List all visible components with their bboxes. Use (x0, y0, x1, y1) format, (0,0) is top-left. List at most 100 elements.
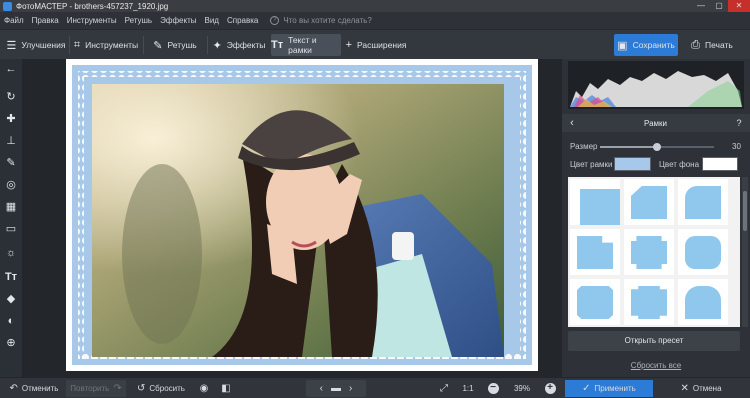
tab-text-frames[interactable]: Tт Текст и рамки (271, 34, 341, 56)
menu-retouch[interactable]: Ретушь (125, 16, 153, 25)
actual-size-button[interactable]: 1:1 (458, 380, 478, 397)
magic-wand-icon: ✦ (212, 39, 222, 52)
fit-screen-button[interactable]: ⤢ (436, 380, 452, 397)
prev-arrow-icon[interactable]: ‹ (320, 383, 323, 394)
tab-effects[interactable]: ✦ Эффекты (210, 34, 268, 56)
stamp-icon[interactable]: ⊥ (0, 133, 22, 149)
tab-label: Улучшения (21, 40, 66, 50)
tab-enhancements[interactable]: ☰ Улучшения (6, 34, 66, 56)
zoom-value: 39% (513, 384, 530, 393)
main-toolbar: ☰ Улучшения ⌗ Инструменты ✎ Ретушь ✦ Эфф… (0, 29, 750, 59)
zoom-out-button[interactable]: − (486, 380, 500, 397)
size-label: Размер (570, 142, 598, 151)
scrollbar-thumb[interactable] (743, 191, 747, 231)
menu-help[interactable]: Справка (227, 16, 258, 25)
close-window-button[interactable]: ✕ (728, 0, 750, 12)
maximize-button[interactable]: ▢ (710, 0, 728, 12)
frame-preset[interactable] (624, 179, 674, 225)
frame-preset[interactable] (624, 229, 674, 275)
target-icon[interactable]: ◎ (0, 177, 22, 193)
text-icon[interactable]: Tт (0, 269, 22, 285)
tab-retouch[interactable]: ✎ Ретушь (146, 34, 204, 56)
cancel-label: Отмена (692, 384, 722, 393)
menu-file[interactable]: Файл (4, 16, 24, 25)
title-bar: ФотоМАСТЕР - brothers-457237_1920.jpg — … (0, 0, 750, 12)
brush-tool-icon[interactable]: ✎ (0, 155, 22, 171)
save-button[interactable]: ▣ Сохранить (614, 34, 678, 56)
redo-button[interactable]: Повторить ↷ (66, 380, 126, 397)
canvas-area[interactable] (22, 59, 562, 377)
frame-preset[interactable] (570, 279, 620, 325)
frame-color-swatch[interactable] (614, 157, 651, 171)
tab-extensions[interactable]: + Расширения (344, 34, 408, 56)
frame-preset[interactable] (678, 179, 728, 225)
compare-button[interactable]: ◧ (218, 380, 234, 397)
menu-view[interactable]: Вид (204, 16, 218, 25)
frame-preset[interactable] (570, 179, 620, 225)
toolbar-divider (207, 36, 208, 54)
help-search[interactable]: ? Что вы хотите сделать? (270, 16, 372, 25)
menu-tools[interactable]: Инструменты (67, 16, 117, 25)
panel-title: Рамки (644, 118, 667, 128)
redo-label: Повторить (70, 384, 110, 393)
menu-effects[interactable]: Эффекты (160, 16, 196, 25)
bandage-icon[interactable]: ✚ (0, 111, 22, 127)
compare-icon: ◧ (221, 383, 231, 394)
eye-icon: ◉ (199, 383, 209, 394)
photo-image (92, 84, 504, 357)
photo-illustration (92, 84, 504, 357)
app-logo-icon (3, 1, 12, 11)
plus-icon: + (345, 39, 352, 51)
size-slider[interactable] (600, 143, 714, 151)
left-toolbar: ← ↻ ✚ ⊥ ✎ ◎ ▦ ▭ ☼ Tт ◆ ◐ ⊕ (0, 59, 22, 377)
open-preset-button[interactable]: Открыть пресет (568, 331, 740, 351)
menu-edit[interactable]: Правка (32, 16, 59, 25)
plus-zoom-icon: + (544, 383, 556, 394)
size-slider-handle[interactable] (653, 143, 661, 151)
back-arrow-icon[interactable]: ← (0, 61, 22, 77)
tab-label: Эффекты (226, 40, 266, 50)
cancel-button[interactable]: ✕ Отмена (658, 380, 744, 397)
print-button[interactable]: ⎙ Печать (682, 34, 742, 56)
brush-icon: ✎ (153, 39, 163, 52)
text-frame-icon: Tт (271, 39, 284, 51)
print-label: Печать (704, 40, 733, 50)
frame-preset[interactable] (570, 229, 620, 275)
menu-bar: Файл Правка Инструменты Ретушь Эффекты В… (0, 12, 750, 29)
sliders-icon: ☰ (6, 39, 17, 52)
minimize-button[interactable]: — (692, 0, 710, 12)
gradient-icon[interactable]: ▦ (0, 199, 22, 215)
redo-icon: ↷ (113, 383, 122, 394)
reset-button[interactable]: ↺ Сбросить (136, 380, 186, 397)
preview-eye-button[interactable]: ◉ (196, 380, 212, 397)
save-label: Сохранить (632, 40, 675, 50)
undo-button[interactable]: ↶ Отменить (6, 380, 62, 397)
frame-preset[interactable] (624, 279, 674, 325)
presets-scrollbar[interactable] (742, 177, 748, 327)
next-arrow-icon[interactable]: › (349, 383, 352, 394)
app-window: ФотоМАСТЕР - brothers-457237_1920.jpg — … (0, 0, 750, 398)
zoom-in-button[interactable]: + (543, 380, 557, 397)
frame-preset[interactable] (678, 229, 728, 275)
toolbar-divider (69, 36, 70, 54)
apply-button[interactable]: ✓ Применить (565, 380, 653, 397)
folder-icon[interactable]: ▬ (331, 383, 341, 394)
frame-border (72, 65, 532, 365)
size-value: 30 (732, 142, 741, 151)
eraser-icon[interactable]: ◐ (0, 313, 22, 329)
panel-help-button[interactable]: ? (732, 118, 746, 128)
frame-preset[interactable] (678, 279, 728, 325)
globe-icon[interactable]: ⊕ (0, 335, 22, 351)
window-controls: — ▢ ✕ (692, 0, 750, 12)
bucket-icon[interactable]: ◆ (0, 291, 22, 307)
rotate-icon[interactable]: ↻ (0, 89, 22, 105)
tab-tools[interactable]: ⌗ Инструменты (72, 34, 140, 56)
vignette-icon[interactable]: ▭ (0, 221, 22, 237)
panel-back-button[interactable]: ‹ (565, 117, 579, 129)
question-icon: ? (270, 16, 280, 25)
undo-icon: ↶ (9, 383, 18, 394)
size-slider-fill (600, 146, 657, 148)
sun-icon[interactable]: ☼ (0, 245, 22, 261)
reset-all-link[interactable]: Сбросить все (562, 361, 750, 370)
bg-color-swatch[interactable] (702, 157, 738, 171)
